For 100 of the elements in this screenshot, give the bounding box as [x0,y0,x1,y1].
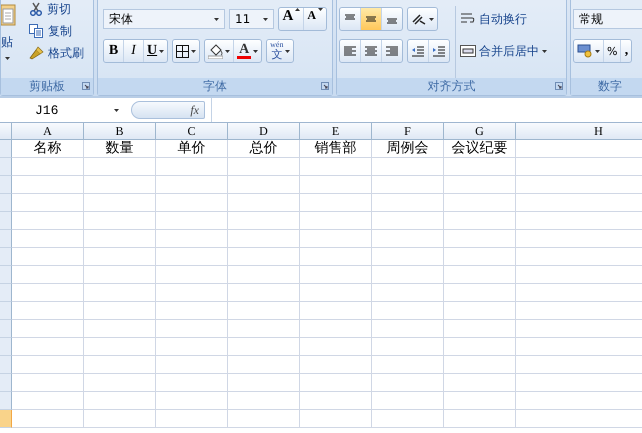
clipboard-command[interactable]: 复制 [29,20,84,42]
table-cell [372,230,444,248]
table-cell [444,194,516,212]
table-cell [300,230,372,248]
row-header[interactable] [0,194,12,212]
caret-icon [159,50,164,52]
down-triangle-icon [318,8,323,11]
row-header[interactable] [0,410,12,428]
table-cell [444,338,516,356]
caret-icon [542,50,547,52]
middle-align-button[interactable] [361,8,382,30]
column-header[interactable]: B [84,123,156,140]
font-size-field[interactable]: 11 [228,9,274,29]
column-header[interactable]: E [300,123,372,140]
dialog-launcher-icon[interactable] [82,82,90,90]
row-header[interactable] [0,212,12,230]
table-cell [372,284,444,302]
caret-icon [263,18,268,20]
column-header[interactable]: D [228,123,300,140]
row-header[interactable] [0,374,12,392]
column-header[interactable]: F [372,123,444,140]
bold-button[interactable]: B [104,40,124,62]
table-cell [372,248,444,266]
row-header[interactable] [0,230,12,248]
row-header[interactable] [0,248,12,266]
caret-icon [191,50,196,52]
up-triangle-icon [295,8,300,11]
table-cell [228,374,300,392]
row-header[interactable] [0,158,12,176]
fill-color-button[interactable] [205,40,234,62]
caret-icon [4,57,10,60]
clipboard-command[interactable]: 格式刷 [29,42,84,64]
italic-button[interactable]: I [124,40,144,62]
row-header[interactable] [0,356,12,374]
caret-icon [225,50,230,52]
column-header[interactable]: H [516,123,642,140]
table-cell [300,302,372,320]
phonetic-button[interactable]: wén 文 [267,40,294,62]
table-cell [12,374,84,392]
underline-button[interactable]: U [144,40,168,62]
group-label: 字体 [203,78,227,95]
number-format-field[interactable]: 常规 [573,9,642,29]
table-cell [300,248,372,266]
table-cell [84,356,156,374]
table-cell [156,248,228,266]
shrink-font-button[interactable]: A [304,8,326,30]
table-cell [444,284,516,302]
name-box[interactable]: J16 [0,102,125,118]
table-cell [12,230,84,248]
table-cell: 周例会 [372,140,444,158]
table-cell [228,320,300,338]
table-cell [156,302,228,320]
table-cell [300,212,372,230]
table-cell [372,410,444,428]
table-cell [84,176,156,194]
row-header[interactable] [0,140,12,158]
column-header[interactable]: A [12,123,84,140]
row-header[interactable] [0,176,12,194]
copy-icon [29,24,44,38]
table-cell [84,374,156,392]
table-cell [228,338,300,356]
clipboard-command[interactable]: 剪切 [29,0,84,20]
merge-center-button[interactable]: 合并后居中 [459,40,548,62]
percent-button[interactable]: % [604,40,622,62]
table-cell [300,176,372,194]
column-header[interactable]: C [156,123,228,140]
table-cell [84,410,156,428]
align-lines-icon [343,45,357,57]
table-cell: 总价 [228,140,300,158]
table-cell [372,374,444,392]
table-cell: 销售部 [300,140,372,158]
row-header[interactable] [0,302,12,320]
paste-button[interactable]: 贴 [1,26,13,60]
table-cell [372,338,444,356]
dialog-launcher-icon[interactable] [321,82,329,90]
wrap-text-button[interactable]: 自动换行 [459,8,528,30]
row-header[interactable] [0,320,12,338]
table-cell [156,212,228,230]
table-cell [12,176,84,194]
row-header[interactable] [0,338,12,356]
caret-icon [429,18,434,20]
font-name-field[interactable]: 宋体 [103,9,225,29]
table-cell [228,266,300,284]
select-all-corner[interactable] [0,123,12,140]
dialog-launcher-icon[interactable] [555,82,563,90]
table-cell [372,320,444,338]
grow-font-button[interactable]: A [279,8,304,30]
money-icon [577,44,593,58]
row-header[interactable] [0,266,12,284]
comma-button[interactable]: , [621,40,632,62]
row-header[interactable] [0,392,12,410]
group-label: 数字 [598,78,622,95]
table-cell [156,158,228,176]
row-header[interactable] [0,284,12,302]
table-cell [84,158,156,176]
slanted-text-icon [411,12,427,26]
insert-function-button[interactable]: fx [131,101,205,119]
column-header[interactable]: G [444,123,516,140]
table-cell [156,176,228,194]
caret-icon [114,108,119,112]
